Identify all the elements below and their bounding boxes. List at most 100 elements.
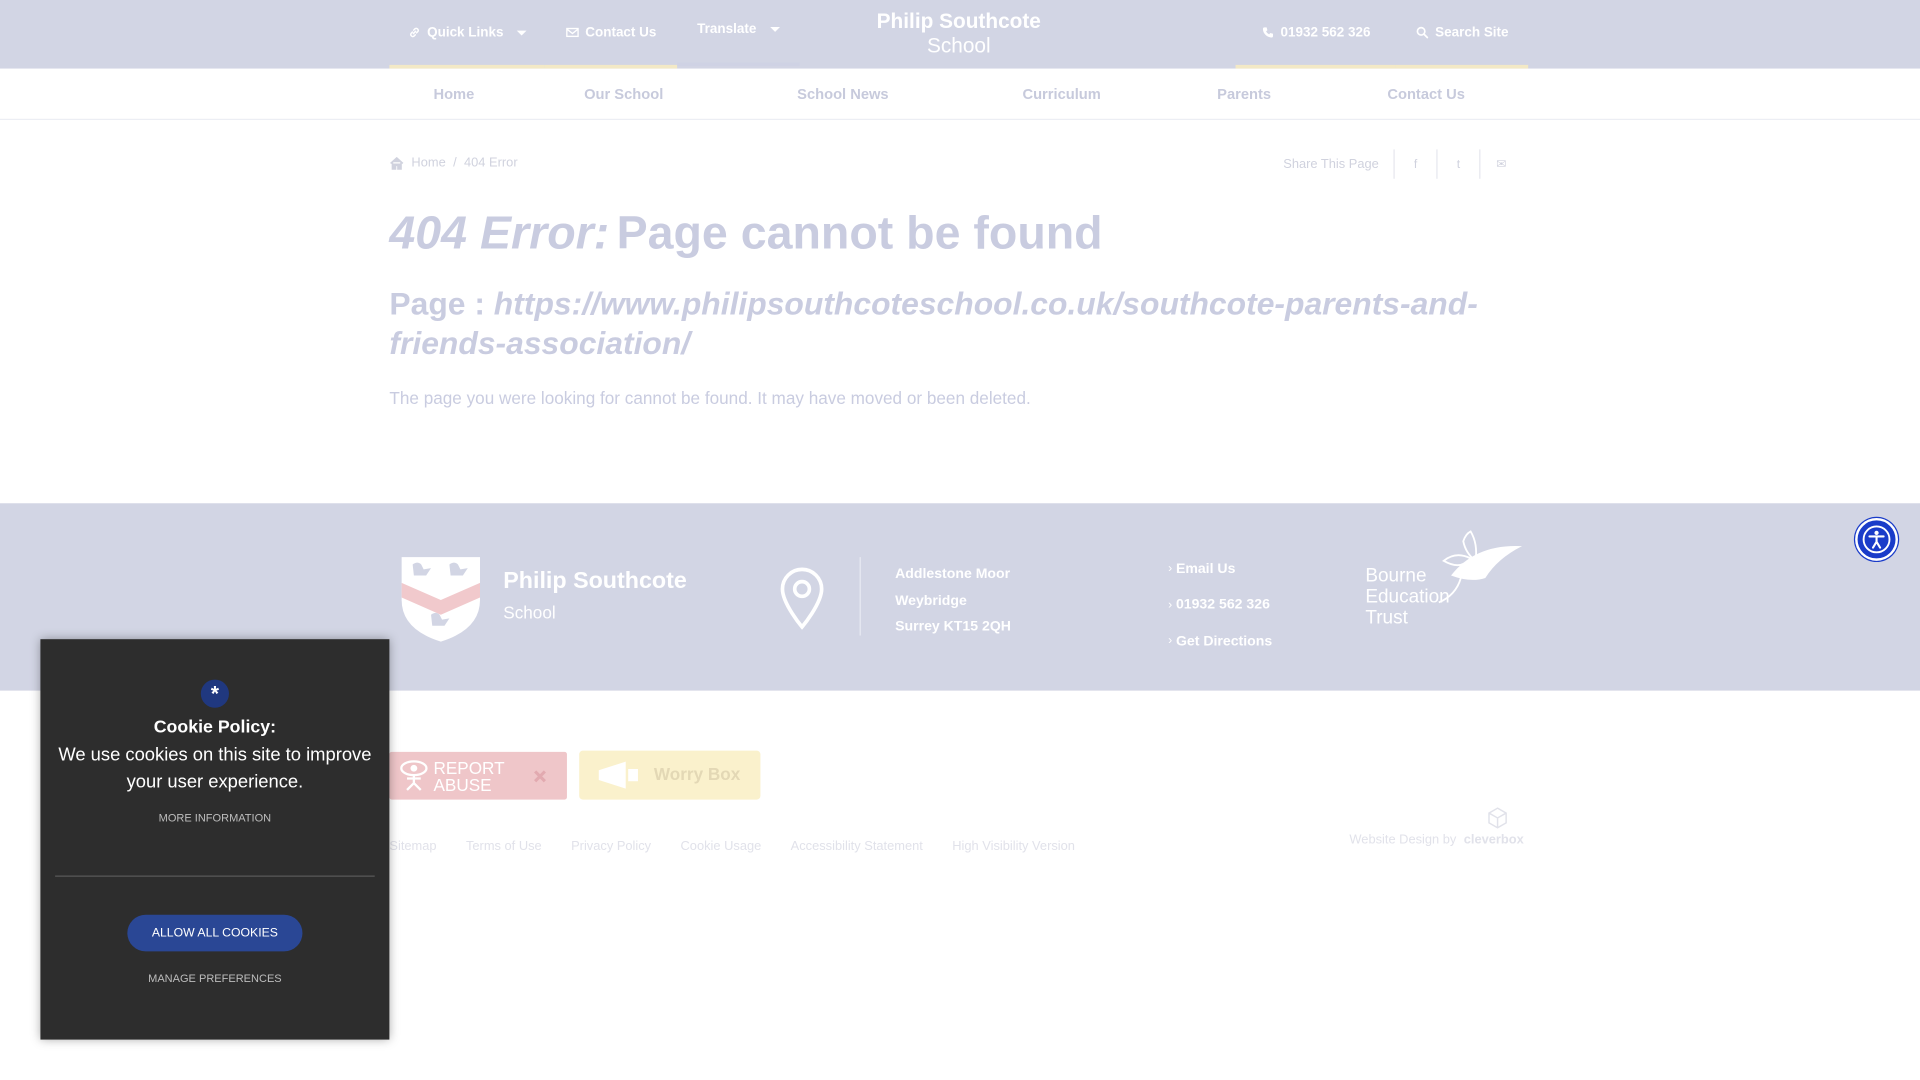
report-abuse-button[interactable]: REPORT ABUSE — [389, 751, 567, 800]
get-directions-link[interactable]: › Get Directions — [1168, 623, 1272, 659]
footer-phone-label: 01932 562 326 — [1175, 597, 1270, 613]
top-bar: Quick Links Contact Us Translate Philip … — [0, 0, 1920, 69]
cube-icon — [1488, 807, 1507, 829]
breadcrumb: Home / 404 Error — [389, 155, 518, 171]
footer-address: Addlestone Moor Weybridge Surrey KT15 2Q… — [895, 562, 1011, 641]
email-share-button[interactable]: ✉ — [1479, 149, 1522, 179]
translate-label: Translate — [697, 22, 757, 37]
email-us-label: Email Us — [1175, 561, 1236, 577]
credit-brand: cleverbox — [1463, 832, 1524, 848]
cookie-badge-icon: * — [200, 679, 229, 708]
credit-label: Website Design by — [1349, 832, 1457, 848]
home-icon — [390, 156, 404, 170]
cookie-consent-dialog: * Cookie Policy: We use cookies on this … — [40, 639, 390, 1040]
worry-box-label: Worry Box — [653, 764, 741, 784]
eye-figure-icon — [400, 760, 428, 791]
chevron-right-icon: › — [1168, 598, 1173, 612]
breadcrumb-separator: / — [453, 155, 457, 171]
email-icon: ✉ — [1496, 157, 1507, 171]
website-credit[interactable]: Website Design by cleverbox — [1349, 833, 1523, 848]
trust-line-3: Trust — [1365, 607, 1408, 629]
quick-links-button[interactable]: Quick Links — [389, 0, 545, 69]
nav-item-school-news[interactable]: School News — [797, 86, 888, 103]
search-label: Search Site — [1435, 25, 1509, 40]
nav-item-home[interactable]: Home — [433, 86, 474, 103]
school-logo-header[interactable]: Philip Southcote School — [836, 10, 1081, 59]
map-pin-icon — [780, 567, 824, 630]
page: Quick Links Contact Us Translate Philip … — [0, 0, 1920, 1078]
worry-box-button[interactable]: Worry Box — [579, 750, 761, 800]
page-prefix: Page : — [389, 285, 485, 323]
report-abuse-label: REPORT ABUSE — [433, 759, 504, 793]
missing-page-url: Page : https://www.philipsouthcoteschool… — [389, 284, 1503, 362]
allow-all-cookies-button[interactable]: ALLOW ALL COOKIES — [127, 914, 303, 952]
phone-label: 01932 562 326 — [1280, 25, 1371, 40]
nav-item-contact-us[interactable]: Contact Us — [1387, 86, 1465, 103]
twitter-icon: t — [1456, 157, 1461, 171]
footer-phone-link[interactable]: › 01932 562 326 — [1168, 587, 1272, 623]
facebook-icon: f — [1413, 157, 1418, 171]
abuse-label: ABUSE — [433, 775, 492, 795]
address-line-3: Surrey KT15 2QH — [895, 619, 1011, 635]
cookie-title: Cookie Policy: — [153, 717, 277, 738]
school-name-line1: Philip Southcote — [876, 9, 1041, 34]
chevron-right-icon: › — [1168, 562, 1173, 576]
nav-item-our-school[interactable]: Our School — [584, 86, 663, 103]
main-navigation: Home Our School School News Curriculum P… — [0, 70, 1920, 121]
school-crest-icon — [401, 557, 481, 642]
megaphone-icon — [598, 761, 638, 789]
chevron-down-icon — [769, 26, 780, 32]
facebook-share-button[interactable]: f — [1393, 149, 1437, 179]
address-line-1: Addlestone Moor — [895, 566, 1011, 582]
terms-of-use-link[interactable]: Terms of Use — [466, 839, 542, 854]
breadcrumb-current: 404 Error — [464, 155, 518, 171]
error-heading: Page cannot be found — [616, 208, 1103, 260]
close-icon — [534, 770, 546, 783]
legal-links: Sitemap Terms of Use Privacy Policy Cook… — [389, 839, 1075, 854]
error-code: 404 Error: — [389, 208, 610, 260]
sitemap-link[interactable]: Sitemap — [389, 839, 436, 854]
email-us-link[interactable]: › Email Us — [1168, 551, 1272, 587]
breadcrumb-home[interactable]: Home — [411, 156, 445, 171]
privacy-policy-link[interactable]: Privacy Policy — [571, 839, 651, 854]
footer-school-name: Philip Southcote — [503, 568, 687, 594]
share-label: Share This Page — [1283, 156, 1379, 172]
nav-item-curriculum[interactable]: Curriculum — [1022, 86, 1100, 103]
phone-icon — [1262, 27, 1273, 38]
quick-links-label: Quick Links — [427, 25, 504, 40]
accessibility-statement-link[interactable]: Accessibility Statement — [791, 839, 923, 854]
manage-preferences-link[interactable]: MANAGE PREFERENCES — [40, 972, 389, 984]
translate-button[interactable]: Translate — [677, 0, 800, 67]
report-label: REPORT — [433, 757, 505, 778]
search-icon — [1416, 26, 1429, 39]
twitter-share-button[interactable]: t — [1436, 149, 1479, 179]
footer-school-sub: School — [503, 602, 556, 623]
share-this-page: Share This Page f t ✉ — [1283, 149, 1522, 179]
get-directions-label: Get Directions — [1175, 633, 1273, 649]
contact-us-label: Contact Us — [585, 25, 657, 40]
nav-item-parents[interactable]: Parents — [1217, 86, 1271, 103]
chevron-down-icon — [516, 30, 527, 35]
footer-divider — [859, 557, 861, 636]
error-message: The page you were looking for cannot be … — [389, 388, 1031, 408]
link-icon — [409, 27, 419, 38]
contact-us-button[interactable]: Contact Us — [544, 0, 678, 69]
address-line-2: Weybridge — [895, 593, 967, 608]
page-title: 404 Error: Page cannot be found — [389, 208, 1102, 261]
cookie-body: We use cookies on this site to improve y… — [58, 744, 372, 793]
trust-line-1: Bourne — [1365, 565, 1427, 587]
trust-line-2: Education — [1365, 586, 1450, 608]
search-site-button[interactable]: Search Site — [1395, 0, 1529, 69]
chevron-right-icon: › — [1168, 634, 1173, 649]
more-information-link[interactable]: MORE INFORMATION — [40, 812, 389, 824]
footer-links: › Email Us › 01932 562 326 › Get Directions — [1168, 551, 1272, 659]
page-url: https://www.philipsouthcoteschool.co.uk/… — [389, 285, 1478, 362]
high-visibility-version-link[interactable]: High Visibility Version — [952, 839, 1075, 854]
cookie-usage-link[interactable]: Cookie Usage — [681, 839, 762, 854]
cookie-divider — [55, 875, 375, 877]
accessibility-button[interactable] — [1855, 517, 1898, 561]
trust-name: Bourne Education Trust — [1365, 566, 1449, 628]
school-name-line2: School — [926, 34, 991, 58]
phone-link[interactable]: 01932 562 326 — [1235, 0, 1396, 69]
envelope-icon — [566, 27, 579, 38]
